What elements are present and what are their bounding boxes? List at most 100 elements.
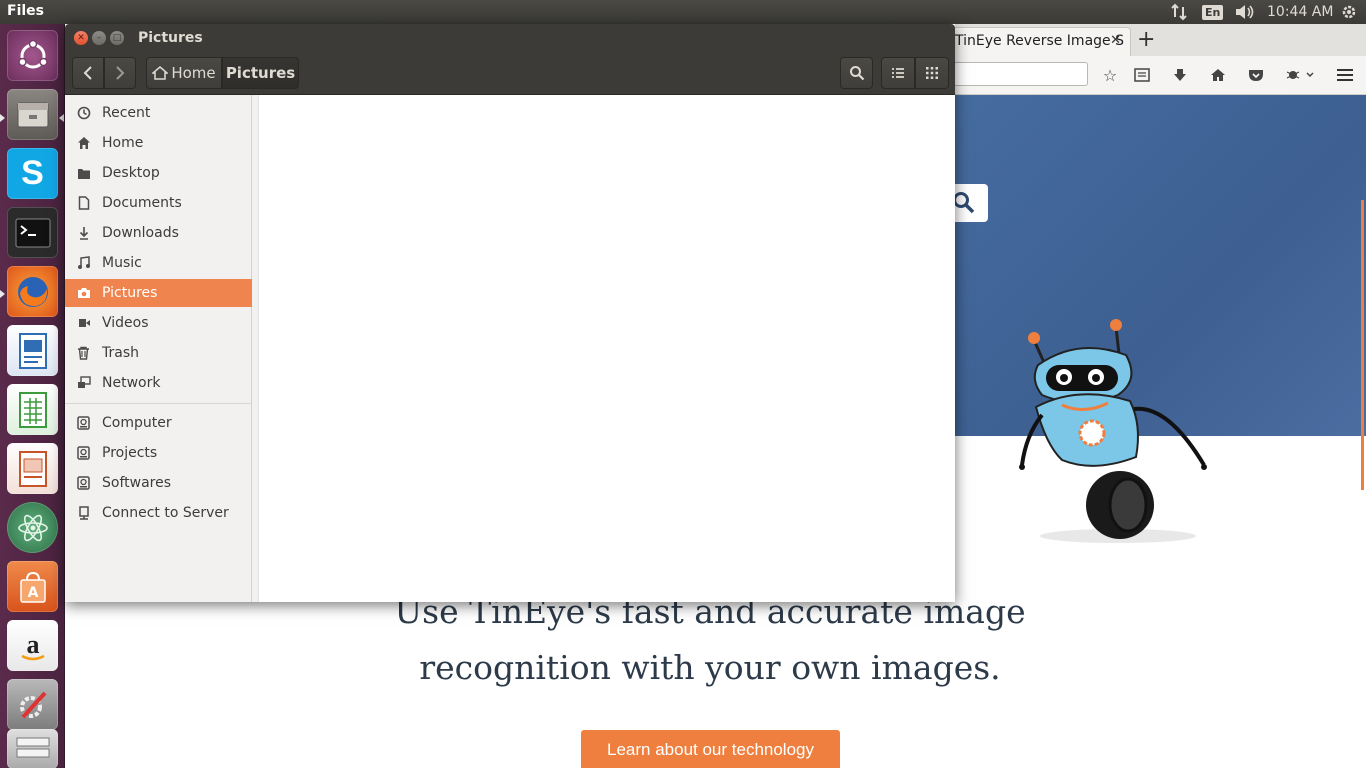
extension-icon[interactable] (1283, 64, 1317, 86)
sidebar-item-connect-to-server[interactable]: Connect to Server (65, 499, 252, 527)
clock[interactable]: 10:44 AM (1267, 0, 1333, 24)
sidebar-item-label: Music (102, 255, 142, 271)
drive-icon (65, 416, 102, 430)
sidebar-item-label: Connect to Server (102, 505, 229, 521)
video-icon (65, 317, 102, 329)
document-icon (65, 196, 102, 210)
pocket-icon[interactable] (1245, 64, 1267, 86)
breadcrumb-home-label: Home (171, 64, 216, 82)
sidebar-item-recent[interactable]: Recent (65, 99, 252, 127)
sidebar-item-label: Projects (102, 445, 158, 461)
ubuntu-dash-icon[interactable] (7, 30, 58, 81)
keyboard-layout-indicator[interactable]: En (1202, 0, 1224, 24)
sidebar-item-label: Pictures (102, 285, 158, 301)
sidebar-divider (65, 403, 252, 404)
terminal-icon[interactable] (7, 207, 58, 258)
sidebar-item-trash[interactable]: Trash (65, 339, 252, 367)
sidebar-item-downloads[interactable]: Downloads (65, 219, 252, 247)
sidebar-item-label: Documents (102, 195, 182, 211)
search-icon (849, 66, 864, 81)
grid-view-button[interactable] (915, 57, 949, 89)
sidebar-item-label: Trash (102, 345, 139, 361)
home-icon (65, 136, 102, 150)
close-icon[interactable]: ✕ (74, 31, 88, 45)
firefox-tab[interactable]: TinEye Reverse Image S ✕ (948, 27, 1131, 56)
firefox-icon[interactable] (7, 266, 58, 317)
active-app-title: Files (7, 3, 44, 19)
sidebar-item-label: Desktop (102, 165, 160, 181)
search-icon (953, 192, 975, 214)
network-icon[interactable] (1170, 0, 1188, 24)
list-view-button[interactable] (881, 57, 915, 89)
places-sidebar: Recent Home Desktop Documents Downloads … (65, 95, 252, 602)
forward-button[interactable] (104, 57, 136, 89)
libreoffice-impress-icon[interactable] (7, 443, 58, 494)
volume-icon[interactable] (1234, 0, 1256, 24)
sidebar-item-label: Home (102, 135, 144, 151)
server-icon (65, 506, 102, 520)
ubuntu-software-icon[interactable]: A (7, 561, 58, 612)
files-window: ✕ – □ Pictures Home Pictures Recent Home… (65, 24, 955, 602)
libreoffice-writer-icon[interactable] (7, 325, 58, 376)
firefox-tab-title: TinEye Reverse Image S (955, 33, 1124, 49)
top-panel: Files En 10:44 AM (0, 0, 1366, 24)
reading-list-icon[interactable] (1131, 64, 1153, 86)
breadcrumb-home[interactable]: Home (146, 57, 222, 89)
maximize-icon[interactable]: □ (110, 31, 124, 45)
search-button[interactable] (840, 57, 873, 89)
files-toolbar: Home Pictures (65, 53, 955, 95)
tab-close-icon[interactable]: ✕ (1110, 33, 1121, 48)
new-tab-icon[interactable]: + (1137, 27, 1155, 53)
trash-icon (65, 346, 102, 360)
sidebar-item-label: Network (102, 375, 161, 391)
breadcrumb-pictures[interactable]: Pictures (222, 57, 299, 89)
tineye-robot-mascot (1019, 319, 1207, 543)
window-title: Pictures (138, 30, 203, 46)
download-icon (65, 226, 102, 240)
sidebar-item-computer[interactable]: Computer (65, 409, 252, 437)
hamburger-menu-icon[interactable] (1334, 64, 1356, 86)
keyboard-layout-label: En (1202, 4, 1224, 20)
back-button[interactable] (72, 57, 104, 89)
workspaces-icon[interactable] (7, 729, 58, 768)
music-icon (65, 256, 102, 270)
sidebar-item-network[interactable]: Network (65, 369, 252, 397)
drive-icon (65, 476, 102, 490)
clock-text: 10:44 AM (1267, 4, 1334, 20)
chevron-right-icon (116, 66, 125, 80)
atom-icon[interactable] (7, 502, 58, 553)
skype-icon[interactable]: S (7, 148, 58, 199)
sidebar-item-softwares[interactable]: Softwares (65, 469, 252, 497)
amazon-icon[interactable]: a (7, 620, 58, 671)
downloads-icon[interactable] (1169, 64, 1191, 86)
sidebar-item-documents[interactable]: Documents (65, 189, 252, 217)
system-settings-icon[interactable] (7, 679, 58, 730)
sidebar-item-label: Softwares (102, 475, 172, 491)
libreoffice-calc-icon[interactable] (7, 384, 58, 435)
url-input[interactable] (955, 62, 1088, 86)
window-titlebar[interactable]: ✕ – □ Pictures (65, 24, 955, 53)
svg-text:A: A (27, 585, 38, 601)
sidebar-item-projects[interactable]: Projects (65, 439, 252, 467)
breadcrumb-pictures-label: Pictures (225, 64, 296, 82)
sidebar-item-home[interactable]: Home (65, 129, 252, 157)
svg-text:a: a (26, 630, 39, 659)
file-view-empty[interactable] (258, 95, 955, 602)
sidebar-item-music[interactable]: Music (65, 249, 252, 277)
sidebar-item-videos[interactable]: Videos (65, 309, 252, 337)
network-icon (65, 376, 102, 390)
sidebar-item-desktop[interactable]: Desktop (65, 159, 252, 187)
page-scrollbar[interactable] (1361, 200, 1364, 490)
system-gear-icon[interactable] (1340, 0, 1358, 24)
drive-icon (65, 446, 102, 460)
bookmark-star-icon[interactable]: ☆ (1099, 64, 1121, 86)
list-view-icon (892, 68, 904, 78)
learn-technology-button[interactable]: Learn about our technology (581, 730, 840, 768)
unity-launcher: S A a (0, 24, 65, 768)
minimize-icon[interactable]: – (92, 31, 106, 45)
sidebar-item-pictures[interactable]: Pictures (65, 279, 252, 307)
headline-line-2: recognition with your own images. (419, 648, 1001, 687)
camera-icon (65, 287, 102, 299)
files-app-icon[interactable] (7, 89, 58, 140)
home-page-icon[interactable] (1207, 64, 1229, 86)
